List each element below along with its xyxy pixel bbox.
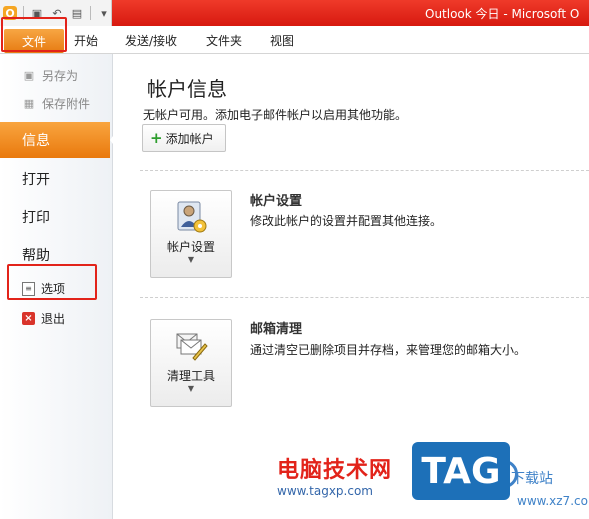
print-preview-icon[interactable]: ▤ bbox=[70, 6, 84, 20]
save-attachments-icon: ▦ bbox=[23, 97, 35, 110]
save-attachments-button[interactable]: ▦ 保存附件 bbox=[22, 95, 90, 112]
watermark-secondary-url: www.xz7.com bbox=[517, 494, 589, 508]
exit-icon: × bbox=[22, 312, 35, 325]
nav-help[interactable]: 帮助 bbox=[22, 245, 50, 265]
exit-label: 退出 bbox=[41, 312, 66, 326]
cleanup-tools-button-label: 清理工具 bbox=[166, 369, 215, 383]
title-bar: O ▣ ↶ ▤ ▾ Outlook 今日 - Microsoft O bbox=[0, 0, 589, 26]
watermark-site-url: www.tagxp.com bbox=[277, 484, 373, 498]
nav-print[interactable]: 打印 bbox=[22, 207, 50, 227]
tab-view[interactable]: 视图 bbox=[270, 32, 294, 49]
cleanup-tools-icon bbox=[176, 333, 208, 361]
save-attachments-label: 保存附件 bbox=[42, 97, 91, 111]
nav-info[interactable]: 信息 bbox=[0, 122, 110, 158]
plus-icon: + bbox=[150, 128, 163, 147]
options-highlight bbox=[7, 264, 97, 300]
ribbon-tab-bar: 开始 发送/接收 文件夹 视图 bbox=[0, 26, 589, 54]
file-tab-highlight bbox=[1, 17, 67, 52]
chevron-down-icon: ▼ bbox=[187, 384, 195, 393]
nav-exit[interactable]: × 退出 bbox=[22, 310, 65, 327]
customize-icon[interactable]: ▾ bbox=[97, 6, 111, 20]
nav-selection-arrow bbox=[110, 128, 119, 152]
account-settings-icon bbox=[177, 201, 207, 233]
account-settings-title: 帐户设置 bbox=[250, 194, 303, 209]
page-subtitle: 无帐户可用。添加电子邮件帐户以启用其他功能。 bbox=[143, 108, 408, 122]
account-settings-button[interactable]: 帐户设置 ▼ bbox=[150, 190, 232, 278]
tab-folder[interactable]: 文件夹 bbox=[206, 32, 242, 49]
save-as-label: 另存为 bbox=[42, 69, 79, 83]
watermark-site-name: 电脑技术网 bbox=[277, 458, 393, 483]
account-settings-button-label: 帐户设置 bbox=[166, 240, 215, 254]
save-as-button[interactable]: ▣ 另存为 bbox=[22, 67, 78, 84]
mailbox-cleanup-title: 邮箱清理 bbox=[250, 322, 303, 337]
add-account-label: 添加帐户 bbox=[165, 131, 214, 146]
watermark-logo: TAG bbox=[412, 442, 510, 500]
watermark-secondary-name: 下载站 bbox=[511, 471, 553, 487]
tab-home[interactable]: 开始 bbox=[74, 32, 98, 49]
chevron-down-icon: ▼ bbox=[187, 255, 195, 264]
mailbox-cleanup-description: 通过清空已删除项目并存档，来管理您的邮箱大小。 bbox=[250, 343, 527, 357]
section-divider bbox=[140, 170, 589, 171]
tab-send-receive[interactable]: 发送/接收 bbox=[125, 32, 177, 49]
cleanup-tools-button[interactable]: 清理工具 ▼ bbox=[150, 319, 232, 407]
save-as-icon: ▣ bbox=[23, 69, 35, 82]
toolbar-separator bbox=[90, 6, 91, 20]
nav-open[interactable]: 打开 bbox=[22, 169, 50, 189]
window-title: Outlook 今日 - Microsoft O bbox=[425, 7, 580, 21]
add-account-button[interactable]: + 添加帐户 bbox=[142, 124, 226, 152]
section-divider bbox=[140, 297, 589, 298]
account-settings-description: 修改此帐户的设置并配置其他连接。 bbox=[250, 214, 443, 228]
page-title: 帐户信息 bbox=[147, 77, 227, 101]
